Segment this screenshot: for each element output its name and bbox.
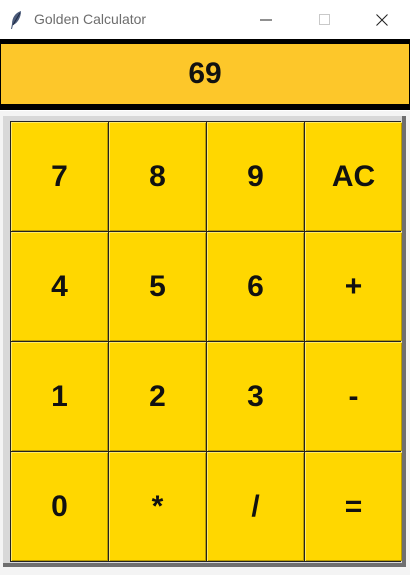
key-9[interactable]: 9 (207, 122, 304, 231)
minimize-icon (260, 19, 272, 20)
close-button[interactable] (353, 0, 410, 39)
divide-button[interactable]: / (207, 452, 304, 561)
equals-button[interactable]: = (305, 452, 402, 561)
feather-icon (9, 10, 23, 30)
key-5[interactable]: 5 (109, 232, 206, 341)
key-8[interactable]: 8 (109, 122, 206, 231)
clear-button[interactable]: AC (305, 122, 402, 231)
key-3[interactable]: 3 (207, 342, 304, 451)
close-icon (376, 13, 388, 26)
title-bar: Golden Calculator (0, 0, 410, 39)
key-4[interactable]: 4 (11, 232, 108, 341)
keypad: 7 8 9 AC 4 5 6 + 1 2 3 - 0 * / = (10, 121, 402, 562)
result-display: 69 (1, 44, 409, 104)
key-1[interactable]: 1 (11, 342, 108, 451)
maximize-icon (318, 14, 330, 25)
key-6[interactable]: 6 (207, 232, 304, 341)
key-0[interactable]: 0 (11, 452, 108, 561)
subtract-button[interactable]: - (305, 342, 402, 451)
add-button[interactable]: + (305, 232, 402, 341)
maximize-button[interactable] (295, 0, 353, 39)
key-7[interactable]: 7 (11, 122, 108, 231)
window-title: Golden Calculator (34, 11, 147, 27)
multiply-button[interactable]: * (109, 452, 206, 561)
key-2[interactable]: 2 (109, 342, 206, 451)
minimize-button[interactable] (237, 0, 295, 39)
